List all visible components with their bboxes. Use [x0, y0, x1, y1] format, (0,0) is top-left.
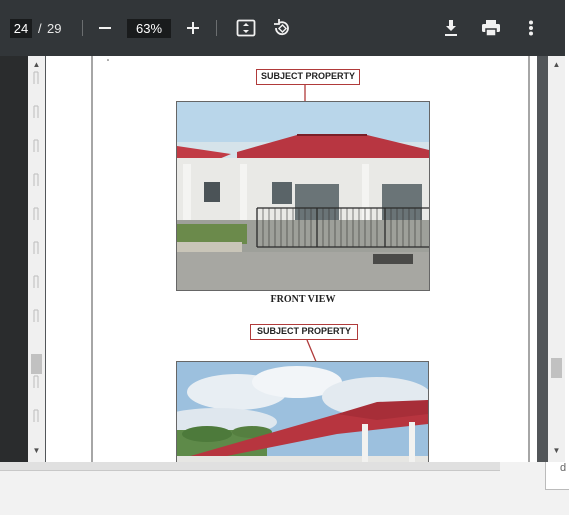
subject-property-label: SUBJECT PROPERTY: [250, 324, 358, 340]
window-edge: [565, 0, 569, 462]
download-button[interactable]: [439, 16, 463, 40]
thumbnail-strip: [0, 56, 28, 462]
zoom-in-button[interactable]: [181, 16, 205, 40]
scroll-up-arrow-icon[interactable]: ▲: [548, 58, 565, 72]
scroll-down-arrow-icon[interactable]: ▼: [548, 444, 565, 458]
photo-caption: FRONT VIEW: [270, 294, 336, 305]
plus-icon: [187, 22, 199, 34]
page-total: 29: [47, 21, 62, 36]
fit-page-icon: [236, 19, 256, 37]
front-view-photo: [176, 101, 430, 291]
fit-page-button[interactable]: [234, 16, 258, 40]
download-icon: [445, 20, 457, 36]
more-actions-button[interactable]: [519, 16, 543, 40]
rotate-button[interactable]: [270, 16, 294, 40]
fragment-text: d: [560, 462, 567, 474]
background-bar: [0, 462, 500, 471]
background-text-fragment: d: [545, 462, 569, 490]
pdf-viewer: 24 / 29 63% ▲ ▼ ▲ ▼ SUBJECT PROPERTY FRO…: [0, 0, 565, 462]
zoom-level-input[interactable]: 63%: [127, 19, 171, 38]
toolbar-divider: [82, 20, 83, 36]
rotate-icon: [274, 19, 289, 36]
right-scrollbar-thumb[interactable]: [551, 358, 562, 378]
page-marker-icons: [33, 71, 39, 422]
house-front-image: [177, 102, 429, 290]
print-icon: [482, 20, 500, 36]
more-vert-icon: [529, 20, 533, 36]
minus-icon: [99, 27, 111, 29]
house-side-image: [177, 362, 428, 462]
zoom-out-button[interactable]: [93, 16, 117, 40]
left-scrollbar[interactable]: ▲ ▼: [28, 56, 45, 462]
subject-property-label: SUBJECT PROPERTY: [256, 69, 360, 85]
second-view-photo: [176, 361, 429, 462]
pdf-toolbar: 24 / 29 63%: [0, 0, 565, 56]
right-scrollbar[interactable]: ▲ ▼: [548, 56, 565, 462]
page-separator: /: [38, 21, 42, 36]
print-button[interactable]: [479, 16, 503, 40]
page-number-input[interactable]: 24: [10, 19, 32, 38]
toolbar-divider: [216, 20, 217, 36]
